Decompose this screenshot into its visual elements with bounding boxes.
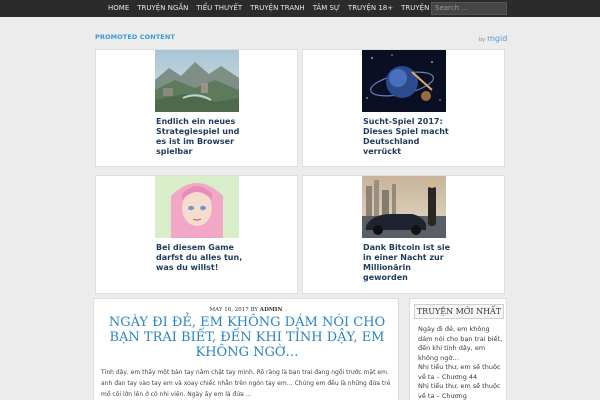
promoted-card-title[interactable]: Bei diesem Game darfst du alles tun, was… bbox=[156, 243, 248, 273]
nav-item-truyen-18[interactable]: TRUYỆN 18+ bbox=[344, 0, 397, 17]
nav-item-tam-su[interactable]: TÂM SỰ bbox=[309, 0, 344, 17]
top-navigation-bar: HOME TRUYỆN NGẮN TIỂU THUYẾT TRUYỆN TRAN… bbox=[0, 0, 600, 17]
sidebar-list: Ngày đi đẻ, em không dám nói cho bạn tra… bbox=[418, 325, 504, 400]
nav-item-tieu-thuyet[interactable]: TIỂU THUYẾT bbox=[192, 0, 246, 17]
space-planet-image[interactable] bbox=[362, 50, 446, 112]
promoted-card[interactable]: Dank Bitcoin ist sie in einer Nacht zur … bbox=[302, 175, 505, 294]
promoted-card-title[interactable]: Endlich ein neues Strategiespiel und es … bbox=[156, 117, 248, 157]
promoted-card[interactable]: Sucht-Spiel 2017: Dieses Spiel macht Deu… bbox=[302, 49, 505, 167]
article-post: MAY 16, 2017 BY ADMIN NGÀY ĐI ĐẺ, EM KHÔ… bbox=[93, 298, 399, 400]
promoted-card-title[interactable]: Sucht-Spiel 2017: Dieses Spiel macht Deu… bbox=[363, 117, 455, 157]
article-title[interactable]: NGÀY ĐI ĐẺ, EM KHÔNG DÁM NÓI CHO BẠN TRA… bbox=[104, 315, 390, 360]
sidebar-link[interactable]: Nhị tiểu thư, em sẽ thuộc về ta – Chương bbox=[418, 382, 504, 400]
nav-menu: HOME TRUYỆN NGẮN TIỂU THUYẾT TRUYỆN TRAN… bbox=[104, 0, 455, 17]
article-meta: MAY 16, 2017 BY ADMIN bbox=[94, 307, 398, 313]
promoted-card[interactable]: Bei diesem Game darfst du alles tun, was… bbox=[95, 175, 298, 294]
search-input[interactable]: Search ... bbox=[431, 2, 507, 15]
sidebar-title: TRUYỆN MỚI NHẤT bbox=[414, 304, 504, 319]
article-author[interactable]: ADMIN bbox=[260, 307, 283, 313]
promoted-card[interactable]: Endlich ein neues Strategiespiel und es … bbox=[95, 49, 298, 167]
mgid-logo[interactable]: by mgid bbox=[479, 34, 507, 43]
article-date[interactable]: MAY 16, 2017 bbox=[209, 307, 248, 313]
promoted-card-title[interactable]: Dank Bitcoin ist sie in einer Nacht zur … bbox=[363, 243, 455, 283]
nav-item-home[interactable]: HOME bbox=[104, 0, 133, 17]
article-by: BY bbox=[250, 307, 259, 313]
nav-item-truyen-ngan[interactable]: TRUYỆN NGẮN bbox=[133, 0, 192, 17]
castle-landscape-image[interactable] bbox=[155, 50, 239, 112]
nav-item-truyen-tranh[interactable]: TRUYỆN TRANH bbox=[246, 0, 309, 17]
sidebar-link[interactable]: Ngày đi đẻ, em không dám nói cho bạn tra… bbox=[418, 325, 504, 363]
sidebar-latest-stories: TRUYỆN MỚI NHẤT Ngày đi đẻ, em không dám… bbox=[409, 298, 507, 400]
promoted-content-label: PROMOTED CONTENT bbox=[95, 33, 175, 41]
article-excerpt: Tỉnh dậy, em thấy một bàn tay nắm chặt t… bbox=[101, 369, 391, 398]
woman-sports-car-image[interactable] bbox=[362, 176, 446, 238]
sidebar-link[interactable]: Nhị tiểu thư, em sẽ thuộc về ta – Chương… bbox=[418, 363, 504, 382]
anime-girl-image[interactable] bbox=[155, 176, 239, 238]
